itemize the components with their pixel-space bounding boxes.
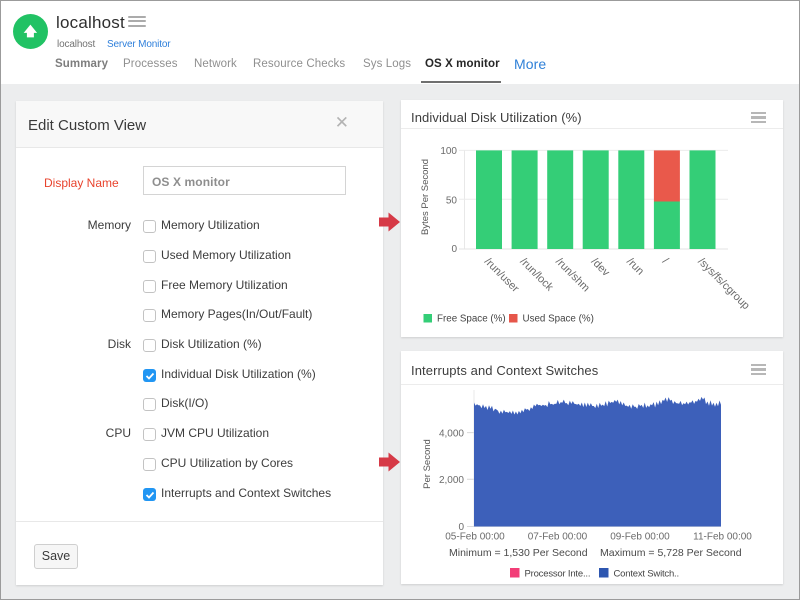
svg-text:4,000: 4,000 — [439, 428, 464, 439]
svg-text:100: 100 — [440, 146, 457, 157]
svg-text:/run/user: /run/user — [482, 256, 521, 295]
svg-text:/: / — [660, 256, 671, 267]
svg-text:11-Feb 00:00: 11-Feb 00:00 — [693, 532, 752, 543]
svg-text:/sys/fs/cgroup: /sys/fs/cgroup — [695, 256, 751, 312]
svg-text:05-Feb 00:00: 05-Feb 00:00 — [445, 532, 505, 543]
svg-text:/run/lock: /run/lock — [517, 256, 555, 294]
svg-text:Processor Inte...: Processor Inte... — [525, 569, 591, 580]
svg-text:Per Second: Per Second — [422, 439, 433, 489]
svg-text:Context Switch..: Context Switch.. — [614, 569, 679, 580]
svg-text:50: 50 — [446, 196, 458, 207]
svg-text:Free Space (%): Free Space (%) — [437, 314, 506, 325]
svg-text:/run: /run — [624, 256, 646, 278]
svg-text:07-Feb 00:00: 07-Feb 00:00 — [528, 532, 588, 543]
svg-text:Maximum = 5,728 Per Second: Maximum = 5,728 Per Second — [600, 547, 742, 559]
svg-text:Bytes Per Second: Bytes Per Second — [420, 159, 431, 235]
svg-text:Minimum = 1,530 Per Second: Minimum = 1,530 Per Second — [449, 547, 588, 559]
svg-text:/run/shm: /run/shm — [553, 256, 592, 295]
svg-text:2,000: 2,000 — [439, 475, 464, 486]
svg-text:09-Feb 00:00: 09-Feb 00:00 — [610, 532, 670, 543]
svg-text:0: 0 — [451, 244, 457, 255]
svg-text:Used Space (%): Used Space (%) — [523, 314, 594, 325]
svg-text:/dev: /dev — [589, 256, 613, 280]
